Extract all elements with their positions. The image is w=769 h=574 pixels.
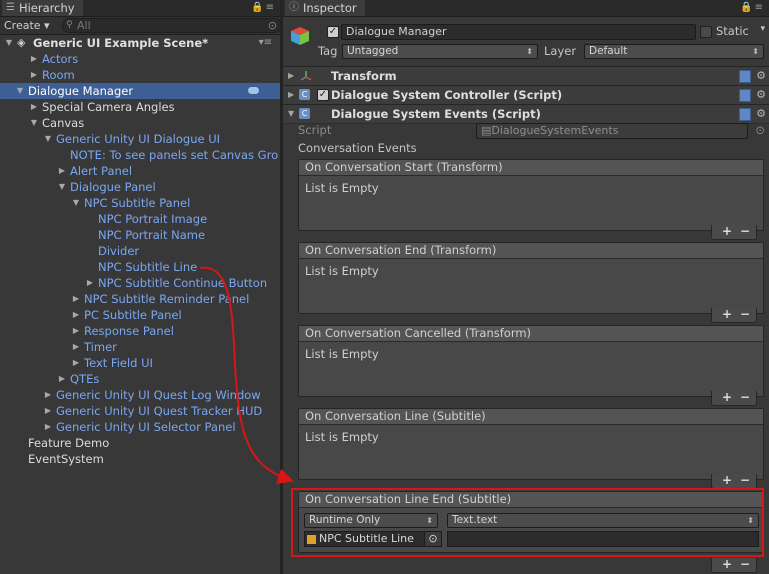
annotation-arrow: [199, 266, 294, 484]
